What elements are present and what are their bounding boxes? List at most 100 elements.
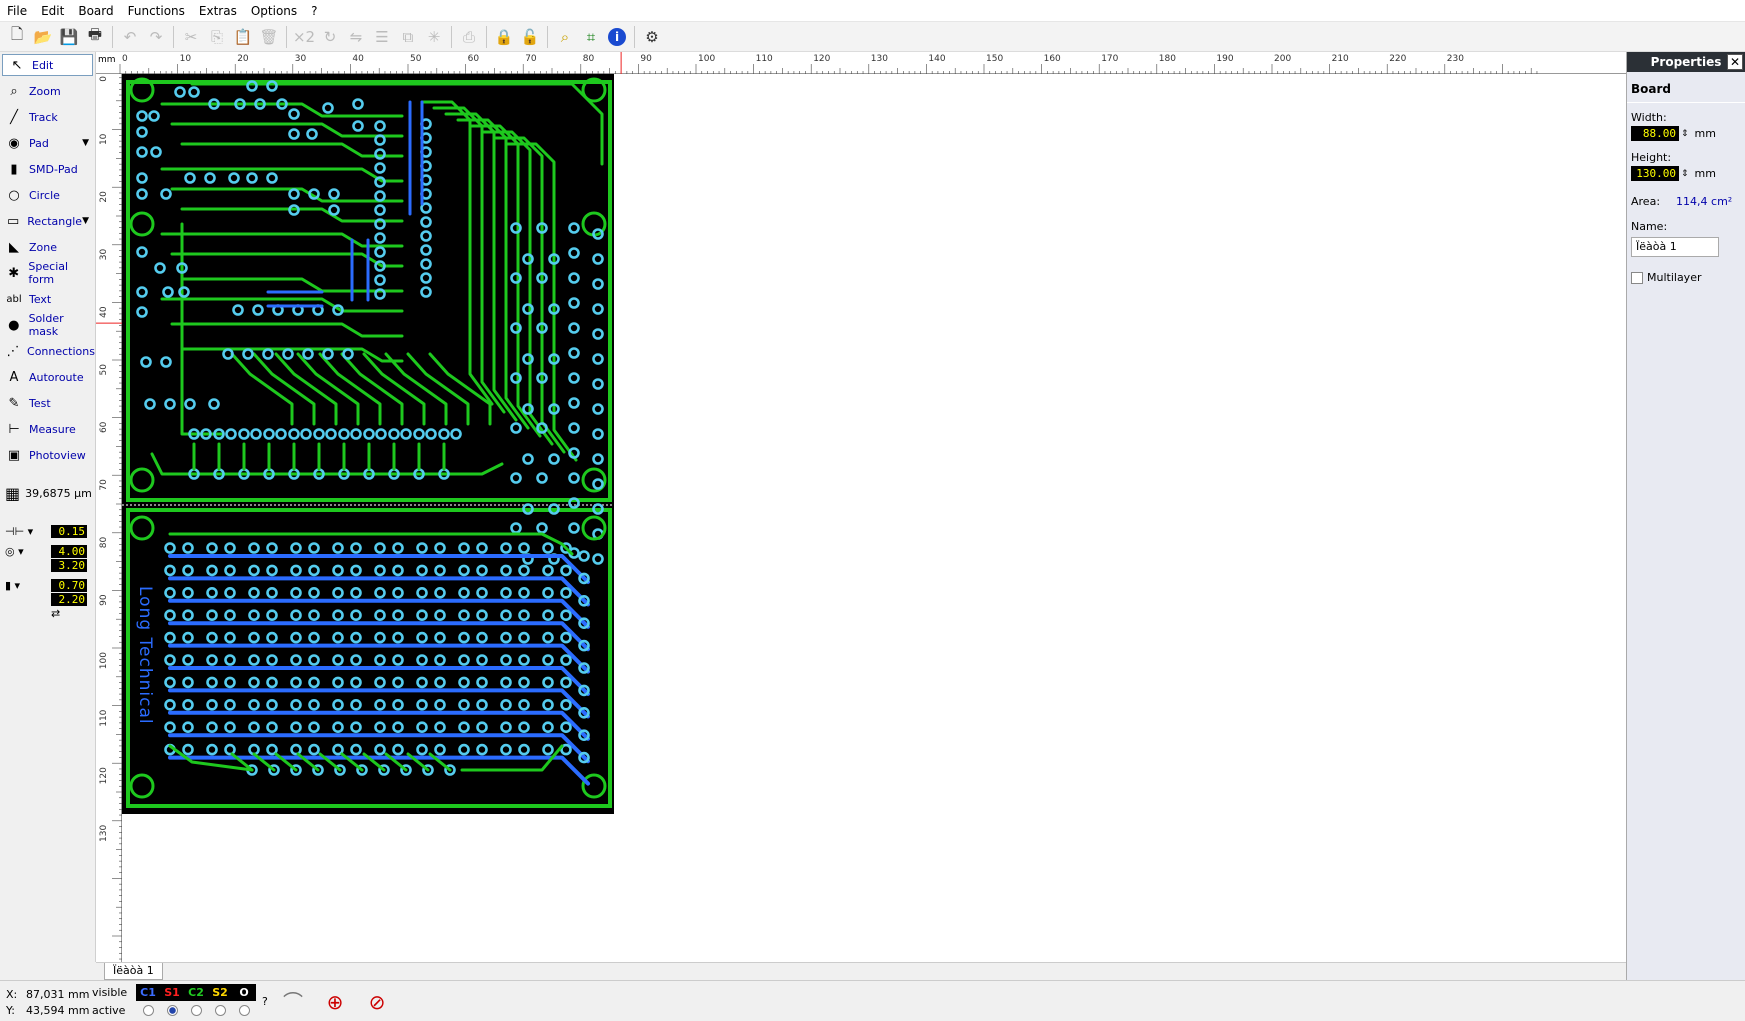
layer-button-o[interactable]: O [232,983,256,1001]
menu-item-board[interactable]: Board [71,0,120,22]
tool-connections[interactable]: ⋰ Connections [0,338,96,364]
menu-item-extras[interactable]: Extras [192,0,244,22]
tool-text[interactable]: abl Text [0,286,95,312]
zoom-search-icon[interactable]: ⌕ [553,25,577,49]
info-icon[interactable]: i [605,25,629,49]
tool-edit[interactable]: ↖ Edit [2,54,93,76]
tool-zoom[interactable]: ⌕ Zoom [0,78,95,104]
height-spin-icon[interactable]: ⇕ [1681,169,1689,179]
track-width-input[interactable]: 0.15 [51,524,87,538]
chevron-down-icon[interactable]: ▼ [82,216,89,226]
zone-icon: ◣ [9,239,19,255]
width-input[interactable]: 88.00 [1631,126,1679,141]
close-icon[interactable]: ✕ [1727,54,1743,70]
new-file-icon[interactable]: 🗋 [5,25,29,49]
chevron-down-icon[interactable]: ▼ [82,138,89,148]
smd-height-input[interactable]: 2.20 [51,592,87,606]
paste-icon[interactable]: 📋 [231,25,255,49]
tool-solder-mask[interactable]: ● Solder mask [0,312,95,338]
cursor-coordinates: X: 87,031 mm Y: 43,594 mm [6,987,89,1019]
menu-item-file[interactable]: File [0,0,34,22]
tool-label: Measure [29,422,76,436]
main-toolbar: 🗋 📂 💾 🖶 ↶ ↷ ✂ ⎘ 📋 🗑 ×2 ↻ ⇋ ☰ ⧉ ✳ ⎙ 🔒 🔓 ⌕… [0,22,1745,52]
settings-gear-icon[interactable]: ⚙ [640,25,664,49]
macro-icon[interactable]: ⎙ [457,25,481,49]
undo-icon[interactable]: ↶ [118,25,142,49]
multilayer-checkbox[interactable] [1631,271,1643,284]
ruler-top-label: 110 [756,54,773,64]
layer-radio-s2[interactable] [208,1002,232,1019]
pad-size-icon: ◎ ▾ [5,544,24,558]
pad-inner-input[interactable]: 3.20 [51,558,87,572]
smd-width-input[interactable]: 0.70 [51,578,87,592]
menu-item-functions[interactable]: Functions [121,0,192,22]
copy-icon[interactable]: ⎘ [205,25,229,49]
board-tab[interactable]: Ïëàòà 1 [104,963,163,980]
ruler-left: 0 10 20 30 40 50 60 70 80 90 100 110 120 130 [96,71,122,962]
redo-icon[interactable]: ↷ [144,25,168,49]
crosshair-icon[interactable]: ⊕ [320,987,350,1017]
snap-icon[interactable]: ✳ [422,25,446,49]
layer-button-c1[interactable]: C1 [136,983,160,1001]
pad-outer-input[interactable]: 4.00 [51,544,87,558]
layer-radio-o[interactable] [232,1002,256,1019]
tool-autoroute[interactable]: A Autoroute [0,364,95,390]
rubberband-icon[interactable]: ⌒ [278,987,308,1017]
open-file-icon[interactable]: 📂 [31,25,55,49]
tool-special-form[interactable]: ✱ Special form [0,260,95,286]
layer-radio-c1[interactable] [136,1002,160,1019]
menu-item-help[interactable]: ? [304,0,324,22]
tool-measure[interactable]: ⊢ Measure [0,416,95,442]
menu-item-options[interactable]: Options [244,0,304,22]
group-icon[interactable]: ⧉ [396,25,420,49]
tool-photoview[interactable]: ▣ Photoview [0,442,95,468]
layer-help[interactable]: ? [262,995,268,1008]
tool-test[interactable]: ✎ Test [0,390,95,416]
zoom-icon: ⌕ [10,83,18,99]
tool-panel: ↖ Edit ⌕ Zoom ╱ Track ◉ Pad ▼ ▮ SMD-Pad ○ Circle ▭ Rec… [0,52,96,962]
duplicate-icon[interactable]: ×2 [292,25,316,49]
mirror-icon[interactable]: ⇋ [344,25,368,49]
drc-off-icon[interactable]: ⊘ [362,987,392,1017]
tool-rectangle[interactable]: ▭ Rectangle ▼ [0,208,95,234]
lock-icon[interactable]: 🔒 [492,25,516,49]
tool-label: Pad [29,136,49,150]
tool-circle[interactable]: ○ Circle [0,182,95,208]
properties-title: Properties [1650,55,1722,69]
grid-value: 39,6875 µm [25,486,92,500]
grid-readout[interactable]: ▦ 39,6875 µm [0,478,95,508]
track-width-icon: ⊣⊢ ▾ [5,524,34,538]
rotate-icon[interactable]: ↻ [318,25,342,49]
ruler-left-label: 50 [99,364,109,376]
layer-radio-s1[interactable] [160,1002,184,1019]
height-input[interactable]: 130.00 [1631,166,1679,181]
ruler-left-label: 30 [99,249,109,261]
ruler-top-label: 230 [1447,54,1464,64]
width-spin-icon[interactable]: ⇕ [1681,129,1689,139]
layer-button-s2[interactable]: S2 [208,983,232,1001]
tool-label: Rectangle [27,214,83,228]
circle-icon: ○ [8,187,20,203]
pcb-board[interactable]: Long Technical [122,74,1626,962]
layer-button-c2[interactable]: C2 [184,983,208,1001]
menu-item-edit[interactable]: Edit [34,0,71,22]
board-name-input[interactable]: Ïëàòà 1 [1631,237,1719,257]
delete-icon[interactable]: 🗑 [257,25,281,49]
tool-label: Connections [27,344,95,358]
crop-icon[interactable]: ⌗ [579,25,603,49]
print-icon[interactable]: 🖶 [83,25,107,49]
tool-pad[interactable]: ◉ Pad ▼ [0,130,95,156]
swap-icon[interactable]: ⇄ [51,607,60,620]
multilayer-row[interactable]: Multilayer [1627,257,1745,298]
cut-icon[interactable]: ✂ [179,25,203,49]
unlock-icon[interactable]: 🔓 [518,25,542,49]
align-icon[interactable]: ☰ [370,25,394,49]
layer-button-s1[interactable]: S1 [160,983,184,1001]
save-icon[interactable]: 💾 [57,25,81,49]
tool-zone[interactable]: ◣ Zone [0,234,95,260]
tool-smd-pad[interactable]: ▮ SMD-Pad [0,156,95,182]
tool-track[interactable]: ╱ Track [0,104,95,130]
layer-radio-c2[interactable] [184,1002,208,1019]
x-label: X: [6,988,18,1001]
pcb-canvas[interactable]: Long Technical [122,74,1626,962]
